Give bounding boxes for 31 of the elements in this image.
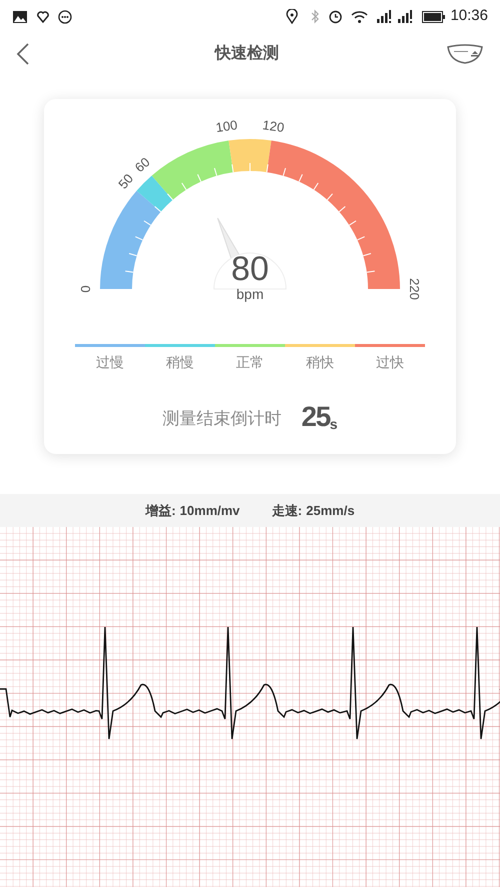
legend-label: 正常 <box>236 353 264 372</box>
signal-icon <box>397 10 414 23</box>
scale-label: 120 <box>262 117 286 136</box>
speed-value: 25mm/s <box>306 502 355 520</box>
page-title: 快速检测 <box>215 44 279 64</box>
legend-label: 过快 <box>376 353 404 372</box>
scale-label: 0 <box>78 285 93 293</box>
status-time: 10:36 <box>450 6 488 26</box>
signal-icon <box>376 10 394 23</box>
device-icon[interactable] <box>446 43 484 65</box>
wifi-icon <box>351 10 368 24</box>
scale-label: 100 <box>214 117 238 136</box>
image-icon <box>12 10 28 24</box>
gain-label: 增益: <box>145 502 176 520</box>
heart-rate-value: 80 <box>231 252 269 286</box>
legend-label: 过慢 <box>96 353 124 372</box>
back-icon <box>16 42 30 66</box>
heart-rate-unit: bpm <box>236 286 264 304</box>
heart-icon <box>36 10 50 24</box>
legend-label: 稍快 <box>306 353 334 372</box>
countdown-label: 测量结束倒计时 <box>162 408 282 430</box>
location-icon <box>286 9 298 24</box>
countdown-unit: s <box>330 417 338 431</box>
speed-label: 走速: <box>272 502 302 520</box>
scale-label: 220 <box>407 278 422 300</box>
countdown-value: 25 <box>301 403 330 431</box>
legend-label: 稍慢 <box>166 353 194 372</box>
gain-value: 10mm/mv <box>180 502 240 520</box>
more-icon <box>58 10 72 24</box>
battery-icon <box>422 10 446 22</box>
bluetooth-icon <box>310 9 320 24</box>
